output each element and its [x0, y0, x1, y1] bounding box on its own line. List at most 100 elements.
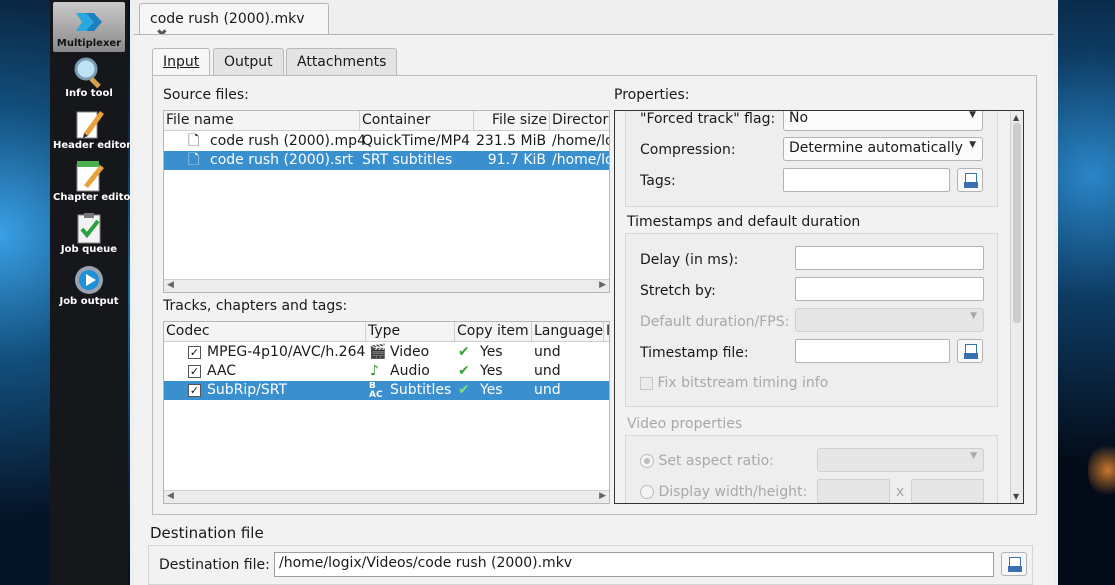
scroll-right-icon[interactable]: ▶	[599, 280, 606, 290]
destination-browse-button[interactable]	[1001, 552, 1027, 576]
destination-file-input[interactable]: /home/logix/Videos/code rush (2000).mkv	[274, 552, 994, 577]
file-icon: 🗋	[188, 152, 200, 168]
destination-section-title: Destination file	[150, 524, 264, 542]
type-cell: Subtitles	[390, 382, 452, 398]
scroll-down-icon[interactable]: ▼	[1013, 492, 1019, 501]
column-header-type[interactable]: Type	[366, 322, 455, 342]
sidebar-item-multiplexer[interactable]: Multiplexer	[53, 2, 125, 52]
table-row[interactable]: 🗋 code rush (2000).mp4 QuickTime/MP4 231…	[164, 132, 609, 151]
checkmark-icon: ✔	[458, 363, 470, 379]
tracks-table[interactable]: Codec Type Copy item Language I ✓ MPEG-4…	[163, 321, 610, 504]
subtitle-icon: B AC	[369, 382, 383, 400]
copy-item-cell: Yes	[480, 344, 503, 360]
timestamp-file-label: Timestamp file:	[640, 345, 749, 361]
desktop-wallpaper-right	[1058, 0, 1115, 585]
column-header-directory[interactable]: Directory	[550, 111, 609, 131]
container-cell: QuickTime/MP4	[362, 133, 470, 149]
sidebar-item-job-output[interactable]: Job output	[53, 260, 125, 310]
source-files-table[interactable]: File name Container File size Directory …	[163, 110, 610, 293]
main-window: code rush (2000).mkv ✖ Input Output Atta…	[130, 0, 1058, 585]
tags-browse-button[interactable]	[957, 168, 983, 192]
column-header-file-size[interactable]: File size	[474, 111, 550, 131]
scroll-right-icon[interactable]: ▶	[599, 491, 606, 501]
track-row[interactable]: ✓ SubRip/SRT B AC Subtitles ✔ Yes und	[164, 381, 609, 400]
directory-cell: /home/lo	[552, 133, 610, 149]
checkmark-icon: ✔	[458, 382, 470, 398]
type-cell: Audio	[390, 363, 430, 379]
tracks-label: Tracks, chapters and tags:	[163, 298, 348, 314]
column-header-language[interactable]: Language	[532, 322, 604, 342]
sidebar-item-info-tool[interactable]: Info tool	[53, 52, 125, 102]
codec-cell: MPEG-4p10/AVC/h.264	[207, 344, 366, 360]
tab-attachments[interactable]: Attachments	[286, 48, 398, 76]
track-checkbox[interactable]: ✓	[188, 345, 201, 359]
aspect-ratio-select[interactable]: ▼	[817, 448, 984, 472]
chevron-down-icon: ▼	[970, 311, 977, 321]
file-name-cell: code rush (2000).mp4	[210, 133, 366, 149]
column-header-copy-item[interactable]: Copy item	[455, 322, 532, 342]
forced-track-value: No	[789, 110, 809, 126]
copy-item-cell: Yes	[480, 363, 503, 379]
fix-bitstream-option[interactable]: Fix bitstream timing info	[640, 375, 828, 391]
track-row[interactable]: ✓ AAC ♪ Audio ✔ Yes und	[164, 362, 609, 381]
display-size-option[interactable]: Display width/height:	[640, 484, 807, 500]
stretch-input[interactable]	[795, 277, 984, 301]
sidebar-item-chapter-editor[interactable]: Chapter editor	[53, 156, 135, 206]
scroll-left-icon[interactable]: ◀	[167, 491, 174, 501]
delay-input[interactable]	[795, 246, 984, 270]
timestamps-group-title: Timestamps and default duration	[627, 214, 861, 230]
pencil-icon	[76, 111, 104, 139]
chapter-edit-icon	[76, 161, 104, 192]
language-cell: und	[534, 382, 561, 398]
scroll-up-icon[interactable]: ▲	[1013, 113, 1019, 122]
browse-file-icon	[1008, 557, 1022, 572]
document-tab[interactable]: code rush (2000).mkv ✖	[139, 3, 329, 43]
file-size-cell: 91.7 KiB	[487, 152, 546, 168]
forced-track-select[interactable]: No ▼	[783, 110, 983, 131]
default-duration-label: Default duration/FPS:	[640, 314, 790, 330]
desktop-wallpaper-left	[0, 0, 50, 585]
column-header-more[interactable]: I	[604, 322, 609, 342]
tab-input[interactable]: Input	[152, 48, 211, 77]
scroll-left-icon[interactable]: ◀	[167, 280, 174, 290]
column-header-file-name[interactable]: File name	[164, 111, 360, 131]
magnifier-icon	[74, 57, 101, 89]
column-header-container[interactable]: Container	[360, 111, 474, 131]
compression-select[interactable]: Determine automatically ▼	[783, 137, 983, 161]
container-cell: SRT subtitles	[362, 152, 453, 168]
track-checkbox[interactable]: ✓	[188, 383, 201, 397]
sidebar-item-header-editor[interactable]: Header editor	[53, 104, 131, 154]
display-height-input[interactable]	[911, 479, 984, 503]
display-size-radio[interactable]	[640, 485, 654, 499]
directory-cell: /home/lo	[552, 152, 610, 168]
column-header-codec[interactable]: Codec	[164, 322, 366, 342]
stretch-label: Stretch by:	[640, 283, 716, 299]
table-row[interactable]: 🗋 code rush (2000).srt SRT subtitles 91.…	[164, 151, 609, 170]
track-row[interactable]: ✓ MPEG-4p10/AVC/h.264 🎬 Video ✔ Yes und	[164, 343, 609, 362]
browse-file-icon	[964, 344, 978, 359]
properties-panel: "Forced track" flag: No ▼ Compression: D…	[614, 110, 1024, 504]
tab-attachments-label: Attachments	[297, 54, 387, 70]
timestamp-file-input[interactable]	[795, 339, 950, 363]
source-files-label: Source files:	[163, 87, 249, 103]
tab-output[interactable]: Output	[213, 48, 284, 76]
aspect-ratio-option[interactable]: Set aspect ratio:	[640, 453, 774, 469]
file-name-cell: code rush (2000).srt	[210, 152, 354, 168]
default-duration-select[interactable]: ▼	[795, 308, 984, 332]
track-checkbox[interactable]: ✓	[188, 364, 201, 378]
tags-input[interactable]	[783, 168, 950, 192]
browse-file-icon	[964, 173, 978, 188]
scrollbar-thumb[interactable]	[1013, 123, 1021, 323]
timestamp-file-browse-button[interactable]	[957, 339, 983, 363]
fix-bitstream-checkbox[interactable]	[640, 376, 653, 390]
horizontal-scrollbar[interactable]: ◀ ▶	[164, 279, 609, 292]
properties-scrollbar[interactable]: ▲ ▼	[1010, 111, 1023, 503]
gear-play-icon	[75, 266, 103, 294]
file-icon: 🗋	[188, 133, 200, 149]
horizontal-scrollbar[interactable]: ◀ ▶	[164, 490, 609, 503]
display-width-input[interactable]	[817, 479, 890, 503]
codec-cell: AAC	[207, 363, 237, 379]
compression-label: Compression:	[640, 142, 736, 158]
aspect-ratio-radio[interactable]	[640, 454, 654, 468]
sidebar-item-job-queue[interactable]: Job queue	[53, 208, 125, 258]
